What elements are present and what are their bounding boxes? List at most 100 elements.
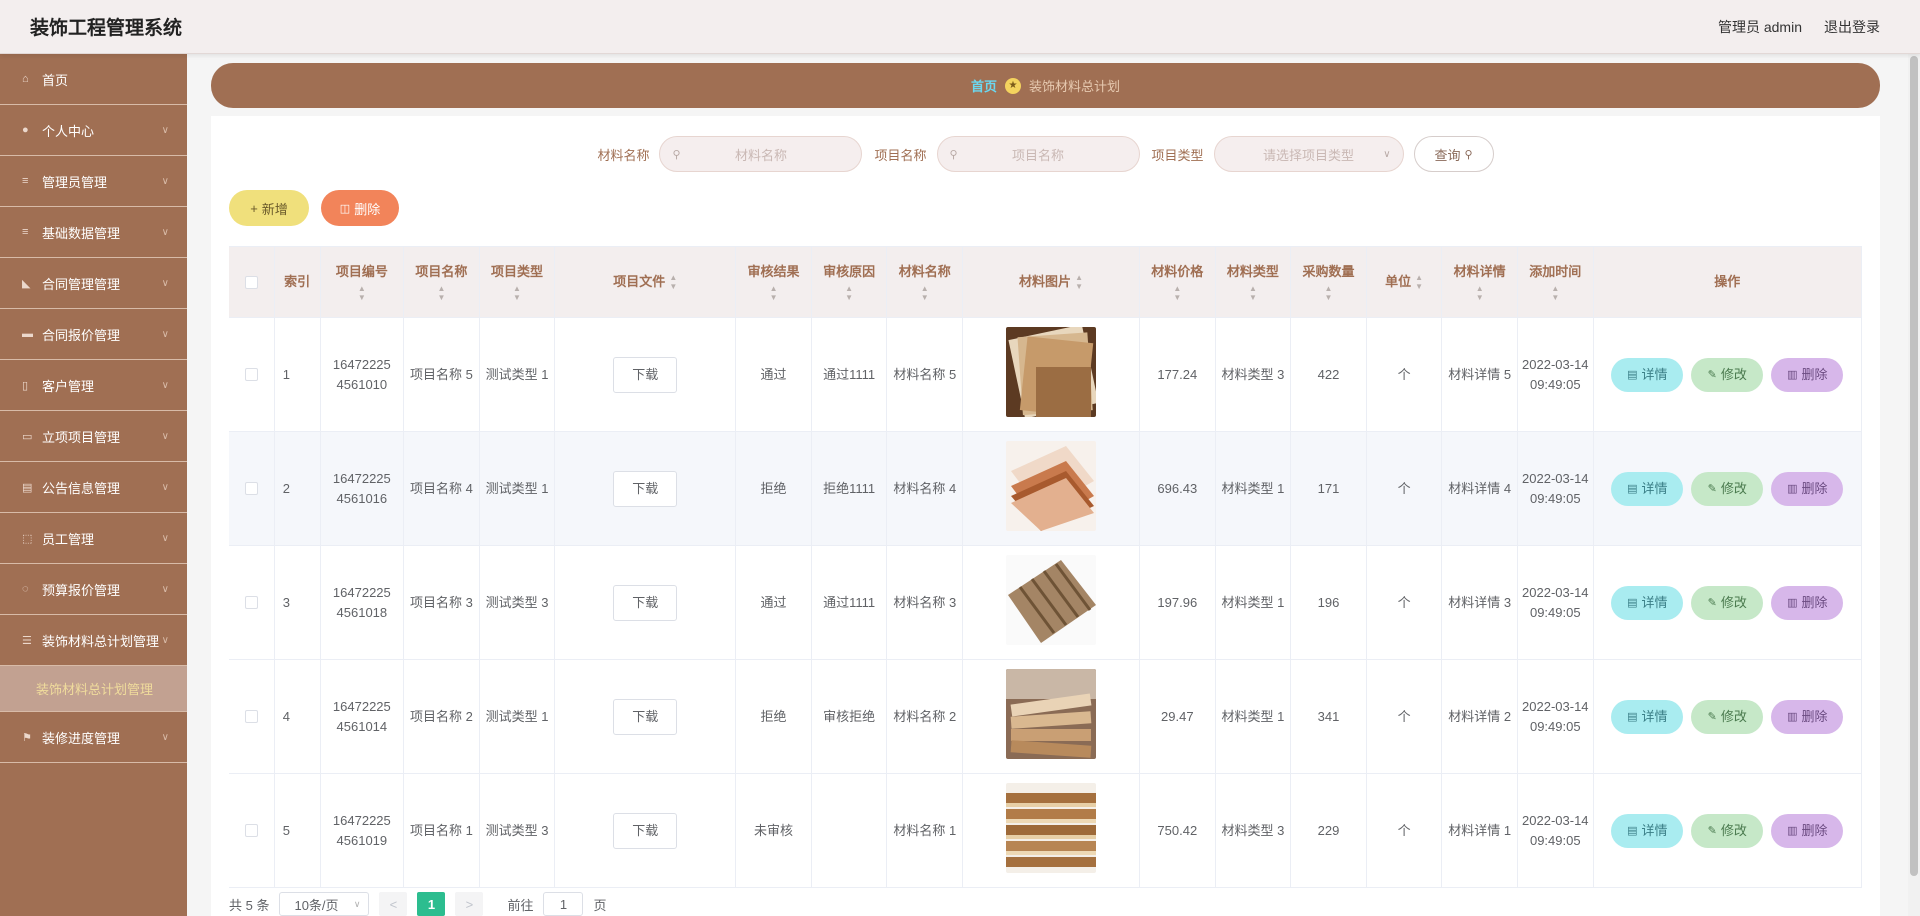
- page-size-select[interactable]: 10条/页 ∨: [279, 892, 370, 916]
- next-page-button[interactable]: >: [455, 892, 484, 916]
- delete-button[interactable]: ▥ 删除: [1771, 357, 1844, 392]
- detail-button[interactable]: ▤ 详情: [1611, 357, 1684, 392]
- sidebar-subitem-active[interactable]: 装饰材料总计划管理: [0, 666, 187, 712]
- table-cell: 项目名称 5: [404, 318, 480, 431]
- sort-icon[interactable]: ▲ ▼: [1415, 273, 1423, 291]
- edit-button[interactable]: ✎ 修改: [1691, 471, 1764, 506]
- table-header-cell[interactable]: 材料价格 ▲ ▼: [1140, 247, 1216, 317]
- download-button[interactable]: 下载: [613, 584, 678, 621]
- table-header-cell[interactable]: 项目类型 ▲ ▼: [480, 247, 556, 317]
- sort-icon[interactable]: ▲ ▼: [1325, 284, 1333, 302]
- sort-icon[interactable]: ▲ ▼: [1476, 284, 1484, 302]
- sidebar-item[interactable]: ⌂ 首页: [0, 54, 187, 105]
- cell-text: 材料类型 1: [1221, 708, 1285, 724]
- table-header-cell[interactable]: 项目文件 ▲ ▼: [555, 247, 737, 317]
- detail-button[interactable]: ▤ 详情: [1611, 699, 1684, 734]
- download-button[interactable]: 下载: [613, 698, 678, 735]
- prev-page-button[interactable]: <: [379, 892, 408, 916]
- edit-button[interactable]: ✎ 修改: [1691, 813, 1764, 848]
- edit-button[interactable]: ✎ 修改: [1691, 585, 1764, 620]
- row-checkbox[interactable]: [244, 482, 258, 495]
- table-header-cell[interactable]: 材料类型 ▲ ▼: [1216, 247, 1292, 317]
- table-header-cell[interactable]: 单位 ▲ ▼: [1367, 247, 1443, 317]
- table-header-cell[interactable]: 项目编号 ▲ ▼: [321, 247, 405, 317]
- batch-delete-button[interactable]: ◫ 删除: [321, 190, 399, 226]
- sidebar-item[interactable]: ≡ 管理员管理 ∨: [0, 156, 187, 207]
- table-header-cell[interactable]: 采购数量 ▲ ▼: [1291, 247, 1367, 317]
- sort-icon[interactable]: ▲ ▼: [358, 284, 366, 302]
- sort-icon[interactable]: ▲ ▼: [437, 284, 445, 302]
- action-label: 修改: [1720, 480, 1747, 496]
- table-header-cell[interactable]: 审核结果 ▲ ▼: [736, 247, 812, 317]
- edit-button[interactable]: ✎ 修改: [1691, 699, 1764, 734]
- sort-icon[interactable]: ▲ ▼: [669, 273, 677, 291]
- document-icon: ▤: [1627, 596, 1638, 609]
- edit-button[interactable]: ✎ 修改: [1691, 357, 1764, 392]
- row-checkbox[interactable]: [244, 824, 258, 837]
- table-header-cell[interactable]: 材料图片 ▲ ▼: [963, 247, 1141, 317]
- sidebar-item[interactable]: ≡ 基础数据管理 ∨: [0, 207, 187, 258]
- delete-button[interactable]: ▥ 删除: [1771, 471, 1844, 506]
- sidebar-item[interactable]: ⬚ 员工管理 ∨: [0, 513, 187, 564]
- download-button[interactable]: 下载: [613, 356, 678, 393]
- delete-button[interactable]: ▥ 删除: [1771, 813, 1844, 848]
- sidebar-item[interactable]: ● 个人中心 ∨: [0, 105, 187, 156]
- table-header-cell[interactable]: 审核原因 ▲ ▼: [812, 247, 888, 317]
- page-unit-label: 页: [593, 897, 607, 913]
- table-cell: ▤ 详情 ✎ 修改 ▥ 删除: [1594, 546, 1862, 659]
- sort-icon[interactable]: ▲ ▼: [513, 284, 521, 302]
- trash-icon: ▥: [1787, 824, 1798, 837]
- cell-text: 2022-03-14 09:49:05: [1522, 470, 1589, 506]
- detail-button[interactable]: ▤ 详情: [1611, 471, 1684, 506]
- sidebar-item[interactable]: ▭ 立项项目管理 ∨: [0, 411, 187, 462]
- sort-icon[interactable]: ▲ ▼: [1249, 284, 1257, 302]
- breadcrumb-home[interactable]: 首页: [971, 76, 997, 95]
- sidebar-item[interactable]: ▬ 合同报价管理 ∨: [0, 309, 187, 360]
- cell-text: 通过: [760, 366, 787, 382]
- row-checkbox[interactable]: [244, 596, 258, 609]
- material-name-input[interactable]: ⚲ 材料名称: [659, 136, 863, 172]
- project-name-input[interactable]: ⚲ 项目名称: [936, 136, 1140, 172]
- sidebar-item[interactable]: ▤ 公告信息管理 ∨: [0, 462, 187, 513]
- sort-icon[interactable]: ▲ ▼: [1075, 273, 1083, 291]
- download-button[interactable]: 下载: [613, 812, 678, 849]
- table-header-cell[interactable]: 添加时间 ▲ ▼: [1518, 247, 1594, 317]
- table-cell: ▤ 详情 ✎ 修改 ▥ 删除: [1594, 318, 1862, 431]
- sidebar-item[interactable]: ▯ 客户管理 ∨: [0, 360, 187, 411]
- user-icon: ●: [22, 124, 29, 136]
- row-checkbox[interactable]: [244, 368, 258, 381]
- sidebar-item[interactable]: ☰ 装饰材料总计划管理 ∨: [0, 615, 187, 666]
- page-number-current[interactable]: 1: [417, 892, 446, 916]
- delete-button[interactable]: ▥ 删除: [1771, 585, 1844, 620]
- detail-button[interactable]: ▤ 详情: [1611, 585, 1684, 620]
- sidebar-item[interactable]: ◌ 预算报价管理 ∨: [0, 564, 187, 615]
- current-user[interactable]: 管理员 admin: [1718, 17, 1802, 37]
- cell-text: 拒绝1111: [823, 480, 876, 496]
- query-button[interactable]: 查询 ⚲: [1413, 136, 1494, 172]
- sidebar-item-label: 基础数据管理: [42, 225, 121, 241]
- action-label: 删除: [1801, 366, 1828, 382]
- delete-button[interactable]: ▥ 删除: [1771, 699, 1844, 734]
- table-header-cell[interactable]: 项目名称 ▲ ▼: [404, 247, 480, 317]
- sort-icon[interactable]: ▲ ▼: [921, 284, 929, 302]
- sort-icon[interactable]: ▲ ▼: [1551, 284, 1559, 302]
- scrollbar-thumb[interactable]: [1910, 56, 1918, 876]
- goto-page-input[interactable]: 1: [543, 892, 584, 916]
- add-button[interactable]: + 新增: [229, 190, 309, 226]
- sort-icon[interactable]: ▲ ▼: [845, 284, 853, 302]
- project-type-select[interactable]: 请选择项目类型 ∨: [1213, 136, 1404, 172]
- download-button[interactable]: 下载: [613, 470, 678, 507]
- sidebar-item[interactable]: ⚑ 装修进度管理 ∨: [0, 712, 187, 763]
- sort-icon[interactable]: ▲ ▼: [1173, 284, 1181, 302]
- sidebar-item[interactable]: ◣ 合同管理管理 ∨: [0, 258, 187, 309]
- table-cell: 测试类型 3: [480, 774, 556, 887]
- table-cell: 下载: [555, 774, 737, 887]
- page-scrollbar[interactable]: [1908, 54, 1920, 916]
- logout-link[interactable]: 退出登录: [1824, 17, 1880, 37]
- table-header-cell[interactable]: 材料详情 ▲ ▼: [1442, 247, 1518, 317]
- detail-button[interactable]: ▤ 详情: [1611, 813, 1684, 848]
- select-all-checkbox[interactable]: [244, 275, 258, 289]
- row-checkbox[interactable]: [244, 710, 258, 723]
- table-header-cell[interactable]: 材料名称 ▲ ▼: [887, 247, 964, 317]
- sort-icon[interactable]: ▲ ▼: [770, 284, 778, 302]
